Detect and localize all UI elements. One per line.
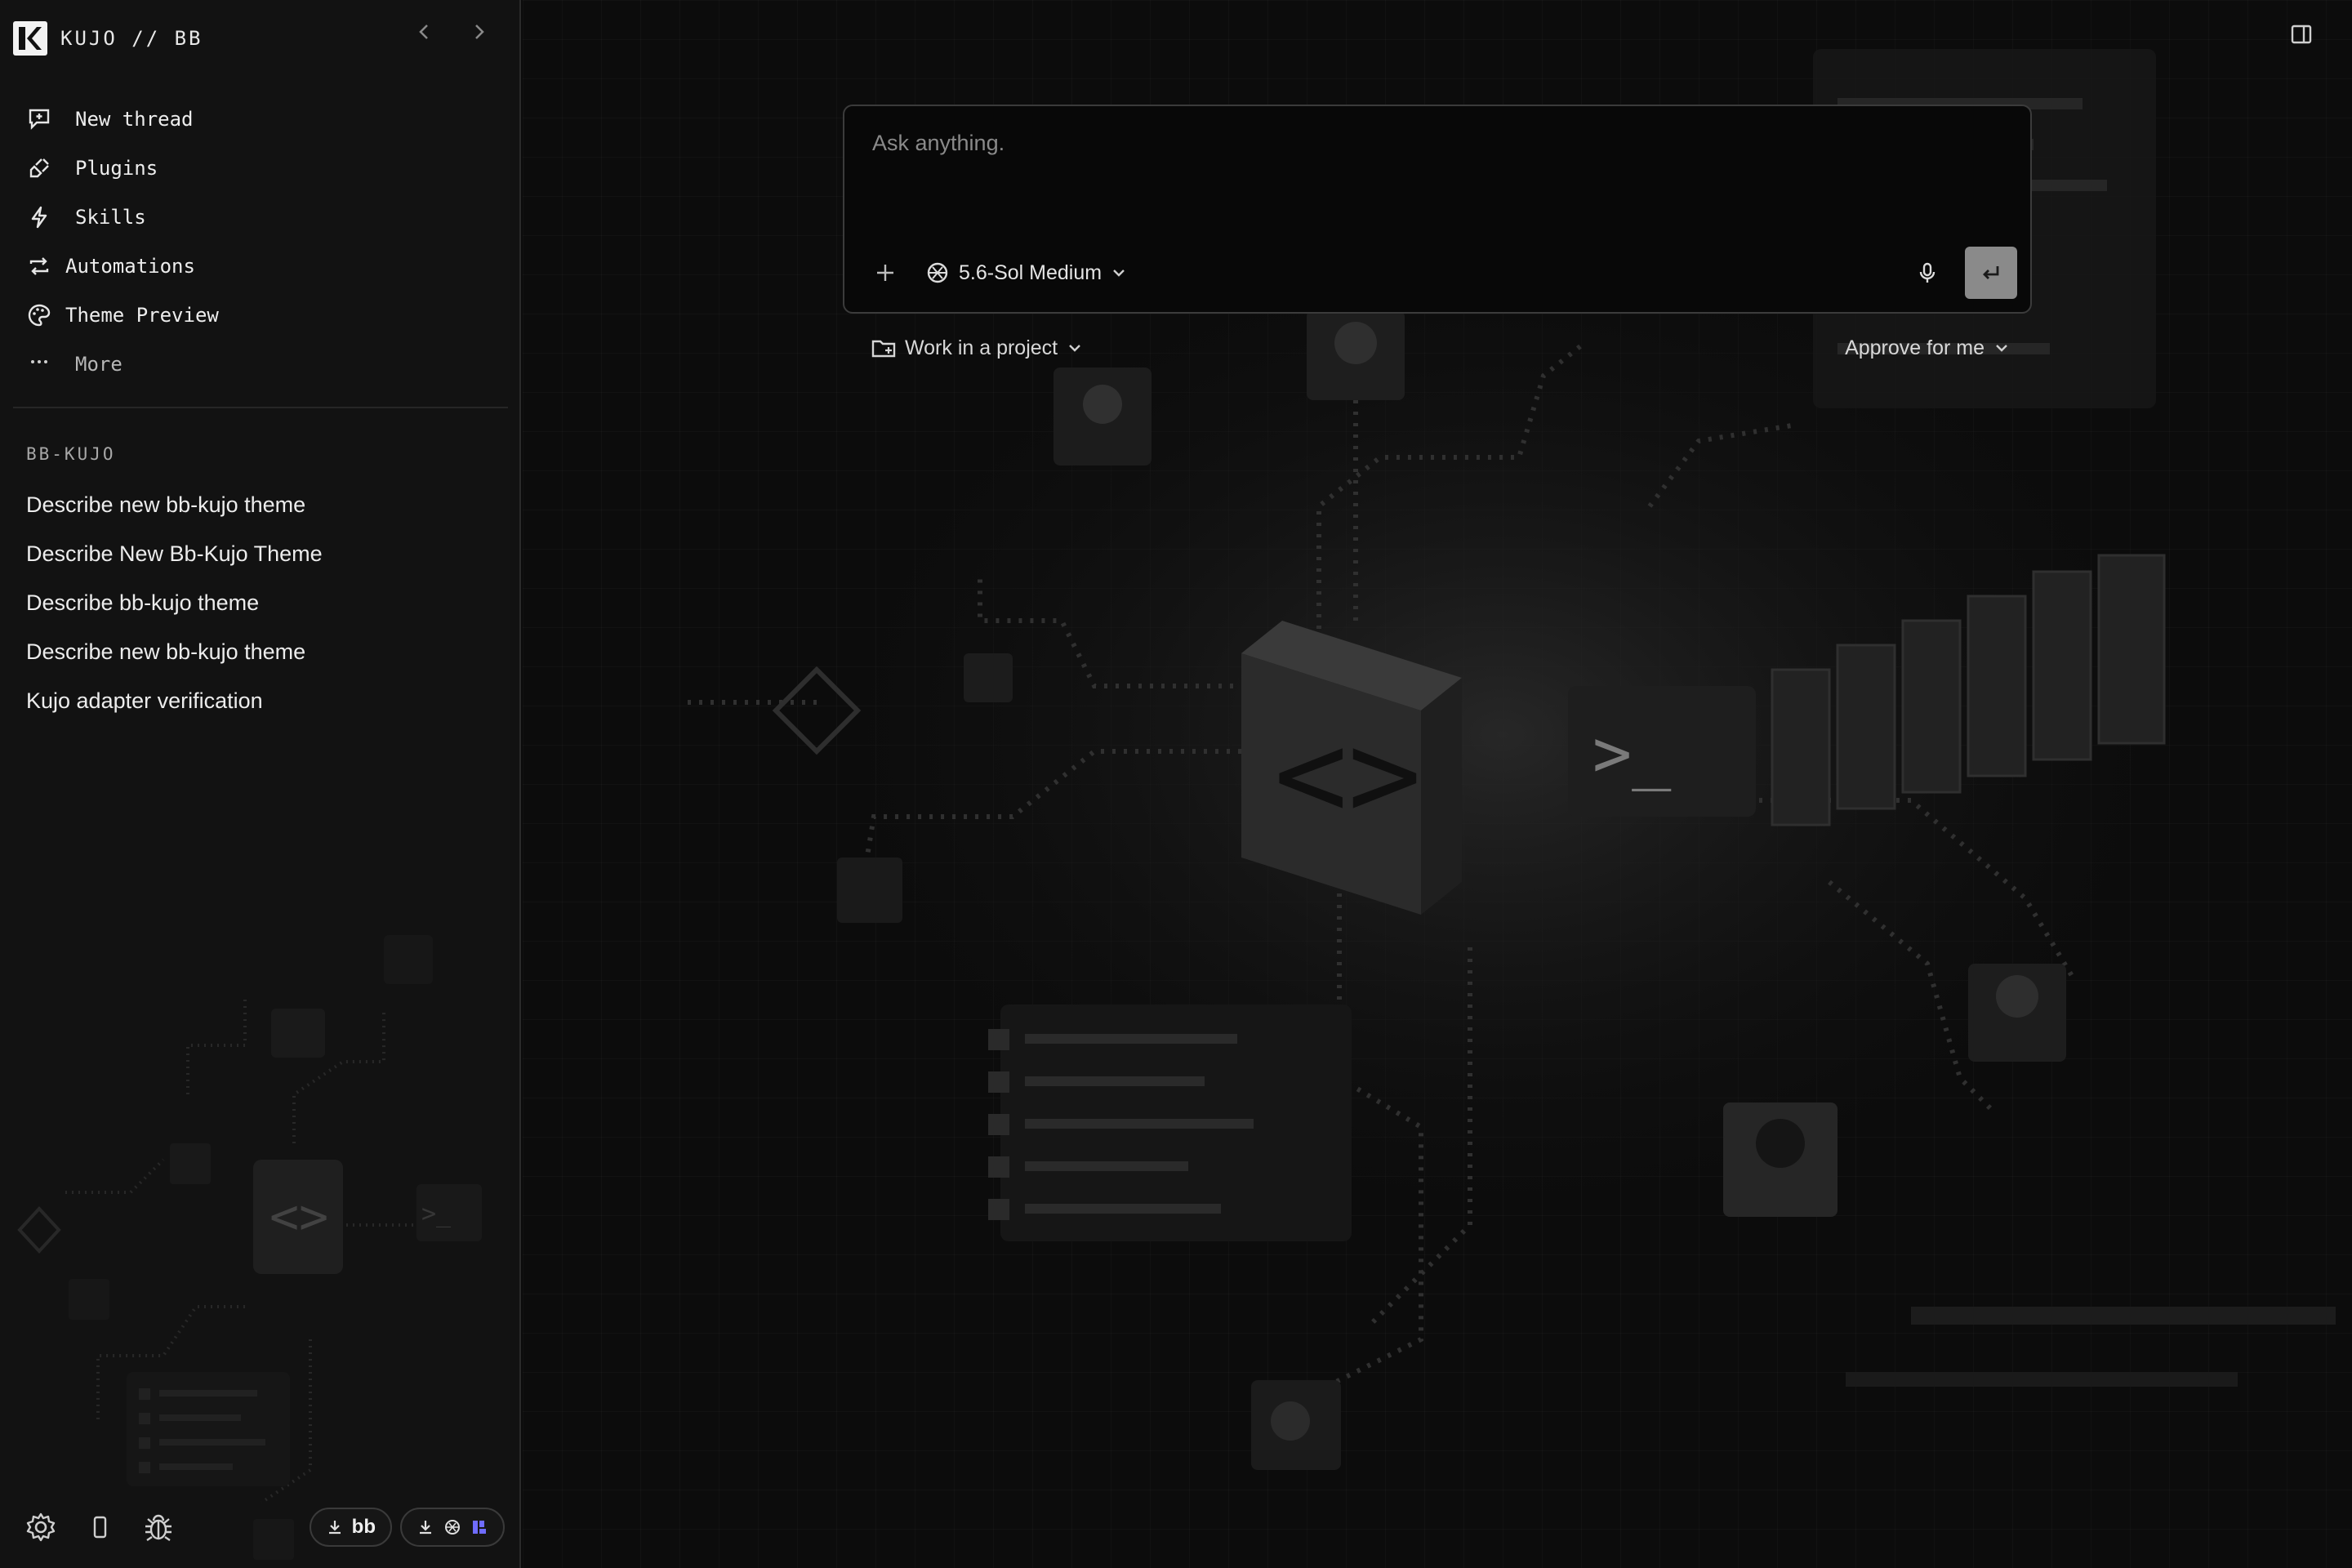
chevron-down-icon <box>1113 270 1125 277</box>
sidebar-item-automations[interactable]: Automations <box>24 242 506 291</box>
phone-icon <box>93 1516 107 1539</box>
plus-icon <box>877 265 893 281</box>
ellipsis-icon <box>24 350 54 379</box>
repeat-icon <box>24 252 54 281</box>
sidebar-item-more[interactable]: More <box>24 340 506 389</box>
forward-button[interactable] <box>467 16 492 47</box>
composer: 5.6-Sol Medium <box>843 105 2032 314</box>
sidebar-item-label: Theme Preview <box>65 304 219 327</box>
settings-button[interactable] <box>20 1506 62 1548</box>
svg-text:<>: <> <box>1274 704 1422 846</box>
send-button[interactable] <box>1965 247 2017 299</box>
prompt-input[interactable] <box>871 129 1998 211</box>
openai-logo-icon <box>445 1520 460 1535</box>
composer-options: Work in a project Approve for me <box>871 330 2011 366</box>
sidebar-item-label: Automations <box>65 255 195 278</box>
sidebar-background-art: <> >_ <box>17 935 482 1560</box>
voice-input-button[interactable] <box>1904 250 1950 296</box>
svg-text:>_: >_ <box>421 1200 452 1228</box>
sidebar-item-plugins[interactable]: Plugins <box>24 144 506 193</box>
app-title: KUJO // BB <box>60 27 203 50</box>
linear-logo-icon <box>473 1521 486 1534</box>
approval-dropdown[interactable]: Approve for me <box>1845 336 2011 360</box>
chevron-left-icon <box>419 24 428 39</box>
sidebar-footer: bb <box>20 1504 505 1550</box>
new-thread-icon <box>24 105 54 134</box>
sidebar-menu: New thread Plugins Skills Automations Th… <box>24 95 506 389</box>
debug-button[interactable] <box>137 1506 180 1548</box>
project-section-title: BB-KUJO <box>26 444 116 464</box>
sidebar-item-skills[interactable]: Skills <box>24 193 506 242</box>
brand: KUJO // BB <box>13 21 203 56</box>
sidebar-panel-icon <box>2291 24 2312 44</box>
toggle-panel-button[interactable] <box>2285 18 2318 51</box>
install-bb-button[interactable]: bb <box>309 1508 392 1547</box>
download-icon <box>328 1521 341 1535</box>
folder-plus-icon <box>871 340 896 358</box>
approval-dropdown-label: Approve for me <box>1845 336 1984 359</box>
model-label: 5.6-Sol Medium <box>959 261 1102 284</box>
model-selector[interactable]: 5.6-Sol Medium <box>920 250 1133 296</box>
history-nav <box>412 16 492 47</box>
kujo-logo-icon <box>13 21 47 56</box>
add-attachment-button[interactable] <box>862 250 908 296</box>
sidebar-divider <box>13 407 508 408</box>
sidebar-item-label: More <box>75 353 122 376</box>
svg-text:<>: <> <box>270 1188 328 1245</box>
thread-item[interactable]: Describe New Bb-Kujo Theme <box>26 529 508 578</box>
device-button[interactable] <box>78 1506 121 1548</box>
chevron-right-icon <box>475 24 484 39</box>
download-icon <box>420 1521 431 1535</box>
project-dropdown-label: Work in a project <box>905 336 1058 359</box>
sidebar-item-label: New thread <box>75 108 194 131</box>
app-window: <> >_ KUJO // BB New thread Plugins Skil… <box>0 0 2352 1568</box>
svg-text:>_: >_ <box>1592 715 1672 791</box>
sidebar-item-new-thread[interactable]: New thread <box>24 95 506 144</box>
main-area: <> >_ Ask anything. 5.6-Sol Medium Work … <box>523 0 2352 1568</box>
microphone-icon <box>1919 262 1936 283</box>
bug-icon <box>145 1514 172 1541</box>
back-button[interactable] <box>412 16 436 47</box>
palette-icon <box>24 301 54 330</box>
plug-icon <box>24 154 54 183</box>
sidebar: <> >_ KUJO // BB New thread Plugins Skil… <box>0 0 521 1568</box>
thread-list: Describe new bb-kujo theme Describe New … <box>26 480 508 725</box>
thread-item[interactable]: Kujo adapter verification <box>26 676 508 725</box>
lightning-icon <box>24 203 54 232</box>
thread-item[interactable]: Describe new bb-kujo theme <box>26 480 508 529</box>
enter-icon <box>1983 266 1999 279</box>
install-bb-label: bb <box>351 1516 376 1538</box>
install-integrations-button[interactable] <box>400 1508 505 1547</box>
project-dropdown[interactable]: Work in a project <box>871 335 1084 361</box>
chevron-down-icon <box>1996 345 2007 352</box>
thread-item[interactable]: Describe new bb-kujo theme <box>26 627 508 676</box>
composer-toolbar: 5.6-Sol Medium <box>862 247 2017 299</box>
gear-icon <box>26 1512 56 1542</box>
openai-logo-icon <box>927 262 948 283</box>
sidebar-item-label: Plugins <box>75 157 158 180</box>
sidebar-item-label: Skills <box>75 206 146 229</box>
sidebar-item-theme-preview[interactable]: Theme Preview <box>24 291 506 340</box>
install-pills: bb <box>309 1508 505 1547</box>
chevron-down-icon <box>1069 345 1080 352</box>
thread-item[interactable]: Describe bb-kujo theme <box>26 578 508 627</box>
